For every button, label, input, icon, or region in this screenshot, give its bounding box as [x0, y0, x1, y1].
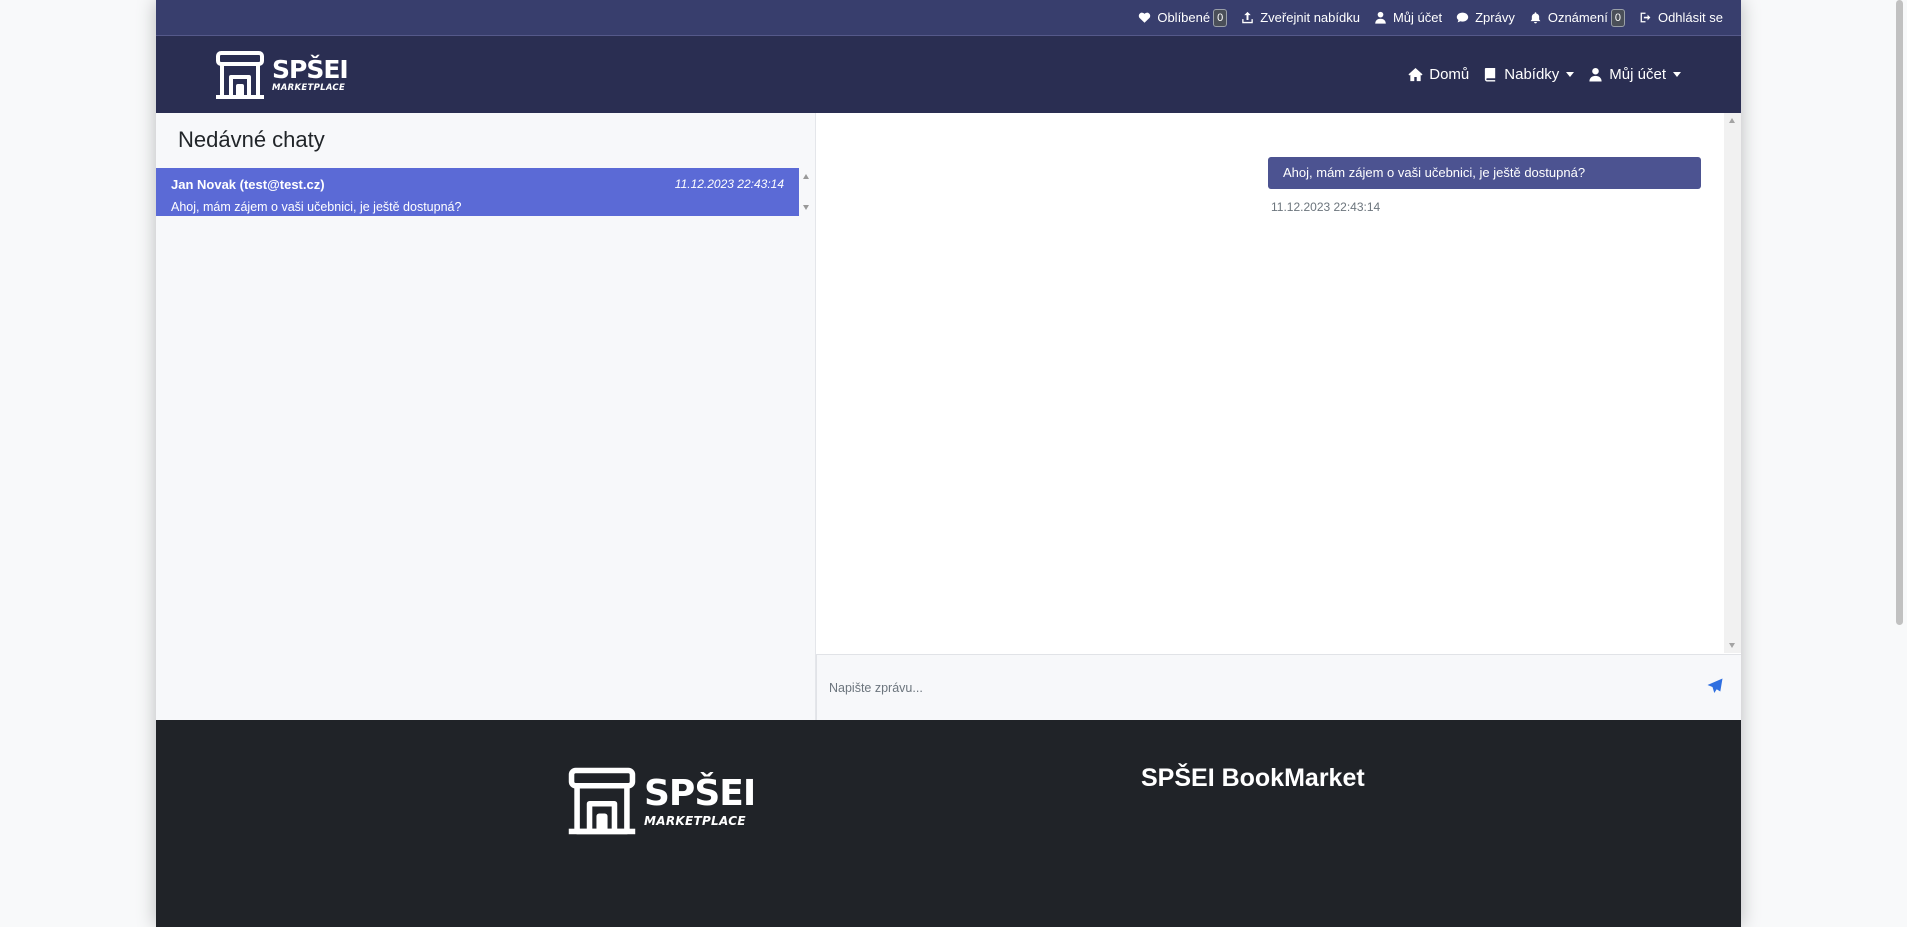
- scroll-down-icon[interactable]: [803, 205, 809, 210]
- upload-icon: [1242, 11, 1254, 24]
- brand-tagline: MARKETPLACE: [272, 83, 346, 94]
- nav-home[interactable]: Domů: [1408, 66, 1469, 83]
- chat-icon: [1456, 12, 1469, 23]
- favorites-count-badge: 0: [1213, 8, 1228, 27]
- footer-brand-name: SPŠEI: [644, 772, 756, 814]
- nav-offers-dropdown[interactable]: Nabídky: [1483, 66, 1575, 83]
- footer-brand-tagline: MARKETPLACE: [644, 813, 746, 828]
- user-icon: [1589, 67, 1602, 82]
- logout-link[interactable]: Odhlásit se: [1639, 10, 1723, 25]
- chat-list-item[interactable]: Jan Novak (test@test.cz) 11.12.2023 22:4…: [156, 168, 799, 216]
- chat-preview: Ahoj, mám zájem o vaši učebnici, je ješt…: [171, 200, 462, 214]
- bell-icon: [1530, 12, 1541, 24]
- nav-account-dropdown[interactable]: Můj účet: [1588, 66, 1681, 83]
- publish-offer-label: Zveřejnit nabídku: [1260, 10, 1360, 25]
- message-input[interactable]: [827, 673, 1691, 703]
- store-icon: [568, 767, 636, 835]
- footer: SPŠEI MARKETPLACE SPŠEI BookMarket: [156, 720, 1741, 927]
- favorites-link[interactable]: Oblíbené 0: [1138, 8, 1228, 27]
- chat-timestamp: 11.12.2023 22:43:14: [674, 177, 784, 191]
- book-icon: [1485, 67, 1496, 82]
- footer-logo: SPŠEI MARKETPLACE: [566, 765, 756, 837]
- user-icon: [1375, 11, 1386, 24]
- messages-label: Zprávy: [1475, 10, 1515, 25]
- message-input-bar: [816, 654, 1741, 720]
- nav-links: Domů Nabídky Můj účet: [1394, 36, 1681, 113]
- publish-offer-link[interactable]: Zveřejnit nabídku: [1241, 10, 1360, 25]
- home-icon: [1408, 67, 1423, 82]
- footer-title: SPŠEI BookMarket: [1141, 764, 1365, 792]
- page-container: Oblíbené 0 Zveřejnit nabídku Můj účet Zp…: [156, 0, 1741, 927]
- nav-offers-label: Nabídky: [1504, 66, 1560, 83]
- brand-logo[interactable]: SPŠEI MARKETPLACE: [214, 49, 349, 101]
- account-link[interactable]: Můj účet: [1374, 10, 1442, 25]
- heart-icon: [1139, 12, 1151, 23]
- chat-list-scrollbar[interactable]: [800, 168, 813, 216]
- notifications-link[interactable]: Oznámení 0: [1529, 8, 1625, 27]
- message-timestamp: 11.12.2023 22:43:14: [1271, 200, 1381, 214]
- account-label: Můj účet: [1392, 10, 1443, 25]
- logout-icon: [1640, 12, 1651, 23]
- main-navbar: SPŠEI MARKETPLACE Domů Nabídky Můj účet: [156, 36, 1741, 113]
- message-area: Ahoj, mám zájem o vaši učebnici, je ješt…: [816, 113, 1724, 653]
- send-icon: [1707, 678, 1723, 693]
- send-button[interactable]: [1707, 678, 1723, 694]
- recent-chats-title: Nedávné chaty: [178, 127, 325, 152]
- page-scrollbar[interactable]: [1892, 0, 1907, 927]
- scroll-down-icon[interactable]: [1729, 643, 1735, 648]
- brand-name: SPŠEI: [272, 55, 349, 85]
- store-icon: [216, 51, 264, 99]
- recent-chats-panel: Nedávné chaty Jan Novak (test@test.cz) 1…: [156, 113, 816, 720]
- nav-account-label: Můj účet: [1609, 66, 1666, 83]
- notifications-label: Oznámení: [1547, 10, 1608, 25]
- scroll-up-icon[interactable]: [1729, 118, 1735, 123]
- message-bubble: Ahoj, mám zájem o vaši učebnici, je ješt…: [1268, 157, 1701, 189]
- chevron-down-icon: [1673, 72, 1681, 77]
- notifications-count-badge: 0: [1610, 8, 1625, 27]
- page-scrollbar-thumb[interactable]: [1896, 0, 1903, 625]
- scroll-up-icon[interactable]: [803, 174, 809, 179]
- conversation-panel: Ahoj, mám zájem o vaši učebnici, je ješt…: [816, 113, 1741, 720]
- message-scrollbar[interactable]: [1724, 113, 1741, 653]
- favorites-label: Oblíbené: [1157, 10, 1211, 25]
- chevron-down-icon: [1566, 72, 1575, 77]
- top-utility-bar: Oblíbené 0 Zveřejnit nabídku Můj účet Zp…: [156, 0, 1741, 36]
- logout-label: Odhlásit se: [1657, 10, 1723, 25]
- messages-link[interactable]: Zprávy: [1456, 10, 1515, 25]
- nav-home-label: Domů: [1429, 66, 1470, 83]
